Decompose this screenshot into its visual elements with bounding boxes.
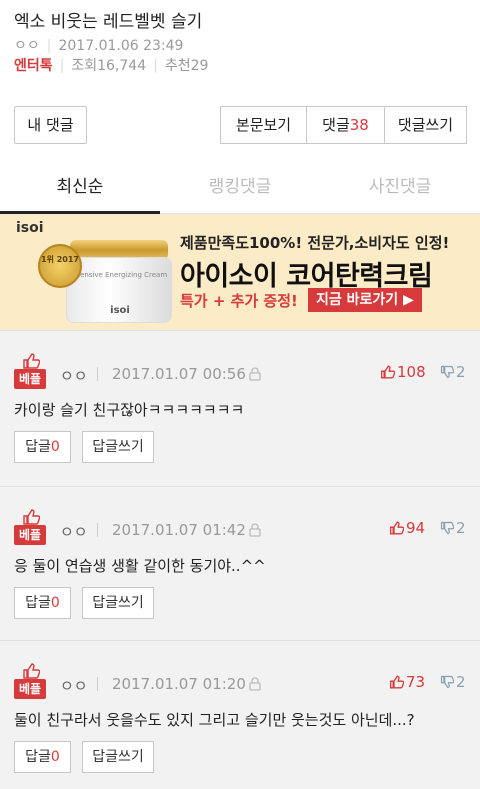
like-button[interactable]: 73: [389, 673, 425, 693]
thumb-up-icon: [23, 353, 40, 369]
comments-label: 댓글: [322, 116, 350, 134]
ad-banner[interactable]: isoi Intensive Energizing Cream isoi 1위 …: [0, 214, 480, 330]
write-comment-button[interactable]: 댓글쓰기: [384, 107, 466, 143]
thumb-down-icon: [440, 675, 455, 689]
thumb-down-icon: [440, 365, 455, 379]
thumb-down-icon: [440, 521, 455, 535]
write-reply-button[interactable]: 답글쓰기: [82, 587, 154, 619]
comment-button-group: 본문보기 댓글38 댓글쓰기: [220, 106, 467, 144]
best-label: 베플: [14, 679, 46, 699]
lock-icon: [249, 523, 261, 537]
meta-divider: [97, 523, 98, 537]
jar-brand: isoi: [110, 305, 130, 316]
comment-datetime: 2017.01.07 00:56: [112, 365, 246, 383]
post-meta: ㅇㅇ | 2017.01.06 23:49: [14, 36, 466, 56]
ad-headline: 제품만족도100%! 전문가,소비자도 인정!: [180, 234, 450, 252]
reply-count: 0: [50, 439, 60, 455]
comment-item: 베플 ㅇㅇ 2017.01.07 00:56 108 2 카이랑 슬기 친구잖아…: [0, 330, 480, 480]
lock-icon: [249, 367, 261, 381]
thumb-up-icon: [23, 663, 40, 679]
thumb-up-icon: [381, 365, 396, 379]
meta-divider: [97, 367, 98, 381]
dislike-button[interactable]: 2: [440, 673, 466, 693]
tab-latest[interactable]: 최신순: [0, 156, 160, 214]
like-button[interactable]: 94: [389, 519, 425, 539]
meta-divider: [97, 677, 98, 691]
view-body-button[interactable]: 본문보기: [221, 107, 306, 143]
reply-count: 0: [50, 595, 60, 611]
reply-label: 답글: [25, 749, 51, 765]
write-reply-button[interactable]: 답글쓰기: [82, 741, 154, 773]
dislike-count: 2: [456, 519, 466, 537]
product-jar-image: Intensive Energizing Cream isoi: [66, 240, 172, 326]
comment-datetime: 2017.01.07 01:42: [112, 521, 246, 539]
comment-item: 베플 ㅇㅇ 2017.01.07 01:20 73 2 둘이 친구라서 웃을수도…: [0, 640, 480, 789]
tab-photo[interactable]: 사진댓글: [320, 156, 480, 214]
post-views: 조회16,744: [71, 58, 147, 74]
comment-text: 응 둘이 연습생 생활 같이한 동기야..^^: [14, 557, 266, 575]
best-comment-badge: 베플: [14, 509, 46, 547]
comment-sort-tabs: 최신순 랭킹댓글 사진댓글: [0, 156, 480, 214]
meta-divider: |: [59, 58, 65, 74]
best-label: 베플: [14, 525, 46, 545]
post-stats: 엔터톡 | 조회16,744 | 추천29: [14, 56, 466, 76]
comments-count: 38: [349, 116, 369, 134]
best-comment-badge: 베플: [14, 353, 46, 391]
post-author: ㅇㅇ: [14, 38, 40, 54]
comment-author: ㅇㅇ: [60, 523, 88, 541]
jar-label: Intensive Energizing Cream: [70, 271, 168, 279]
reply-label: 답글: [25, 439, 51, 455]
thumb-up-icon: [390, 521, 405, 535]
reply-label: 답글: [25, 595, 51, 611]
comment-author: ㅇㅇ: [60, 367, 88, 385]
dislike-count: 2: [456, 673, 466, 691]
thumb-up-icon: [23, 509, 40, 525]
comment-item: 베플 ㅇㅇ 2017.01.07 01:42 94 2 응 둘이 연습생 생활 …: [0, 486, 480, 636]
best-label: 베플: [14, 369, 46, 389]
meta-divider: |: [153, 58, 158, 74]
post-category[interactable]: 엔터톡: [14, 58, 53, 74]
thumb-up-icon: [390, 675, 405, 689]
reply-button[interactable]: 답글0: [14, 741, 71, 773]
dislike-button[interactable]: 2: [440, 519, 466, 539]
comment-datetime: 2017.01.07 01:20: [112, 675, 246, 693]
ad-promo: 특가 + 추가 증정!: [180, 292, 298, 310]
dislike-count: 2: [456, 363, 466, 381]
post-title: 엑소 비웃는 레드벨벳 슬기: [14, 12, 203, 32]
like-count: 108: [397, 363, 426, 381]
comment-text: 둘이 친구라서 웃을수도 있지 그리고 슬기만 웃는것도 아닌데...?: [14, 711, 415, 729]
comments-button[interactable]: 댓글38: [306, 107, 384, 143]
like-count: 73: [406, 673, 426, 691]
reply-button[interactable]: 답글0: [14, 431, 71, 463]
like-count: 94: [406, 519, 426, 537]
dislike-button[interactable]: 2: [440, 363, 466, 383]
reply-button[interactable]: 답글0: [14, 587, 71, 619]
post-recommend: 추천29: [164, 58, 209, 74]
comment-action-bar: 내 댓글 본문보기 댓글38 댓글쓰기: [0, 86, 480, 156]
my-comments-button[interactable]: 내 댓글: [14, 106, 87, 144]
comment-author: ㅇㅇ: [60, 677, 88, 695]
ad-brand-logo: isoi: [16, 220, 44, 236]
post-header: 엑소 비웃는 레드벨벳 슬기 ㅇㅇ | 2017.01.06 23:49 엔터톡 | 조…: [0, 0, 480, 86]
comment-text: 카이랑 슬기 친구잖아ㅋㅋㅋㅋㅋㅋㅋ: [14, 401, 245, 419]
award-badge: 1위 2017: [38, 244, 82, 288]
best-comment-badge: 베플: [14, 663, 46, 701]
reply-count: 0: [50, 749, 60, 765]
tab-ranking[interactable]: 랭킹댓글: [160, 156, 320, 214]
post-datetime: 2017.01.06 23:49: [58, 38, 184, 54]
ad-cta-button[interactable]: 지금 바로가기 ▶: [308, 288, 422, 312]
write-reply-button[interactable]: 답글쓰기: [82, 431, 154, 463]
lock-icon: [249, 677, 261, 691]
meta-divider: |: [46, 38, 52, 54]
like-button[interactable]: 108: [380, 363, 426, 383]
